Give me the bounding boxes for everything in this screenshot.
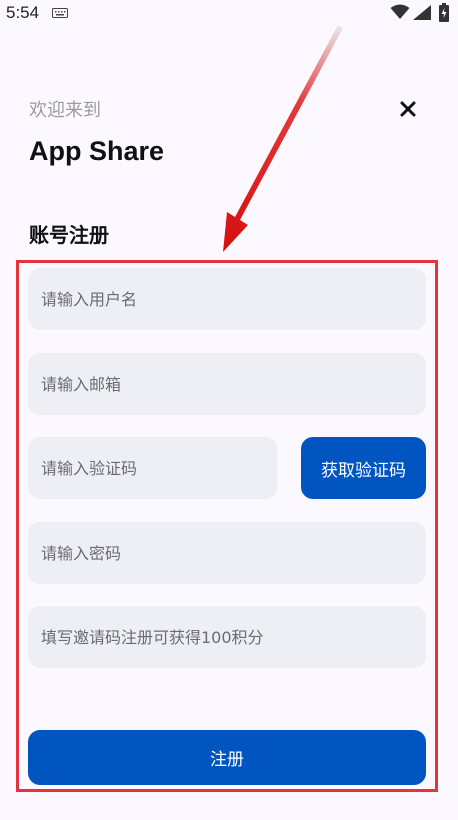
close-icon[interactable] (396, 97, 420, 121)
password-field[interactable] (28, 522, 426, 584)
welcome-text: 欢迎来到 (29, 100, 101, 121)
username-field[interactable] (28, 268, 426, 330)
verification-code-field[interactable] (28, 437, 277, 499)
verification-code-input[interactable] (41, 458, 277, 478)
email-field[interactable] (28, 353, 426, 415)
email-input[interactable] (41, 374, 426, 394)
app-title: App Share (29, 136, 165, 166)
username-input[interactable] (41, 289, 426, 309)
get-code-button[interactable]: 获取验证码 (301, 437, 426, 499)
invite-code-field[interactable] (28, 606, 426, 668)
register-button[interactable]: 注册 (28, 730, 426, 785)
section-title: 账号注册 (29, 223, 109, 247)
battery-icon (439, 3, 449, 22)
status-bar: 5:54 (0, 0, 458, 26)
invite-code-input[interactable] (41, 627, 426, 647)
signal-icon (413, 5, 431, 20)
keyboard-icon (52, 8, 68, 18)
password-input[interactable] (41, 543, 426, 563)
status-time: 5:54 (6, 3, 40, 22)
wifi-icon (390, 4, 410, 19)
